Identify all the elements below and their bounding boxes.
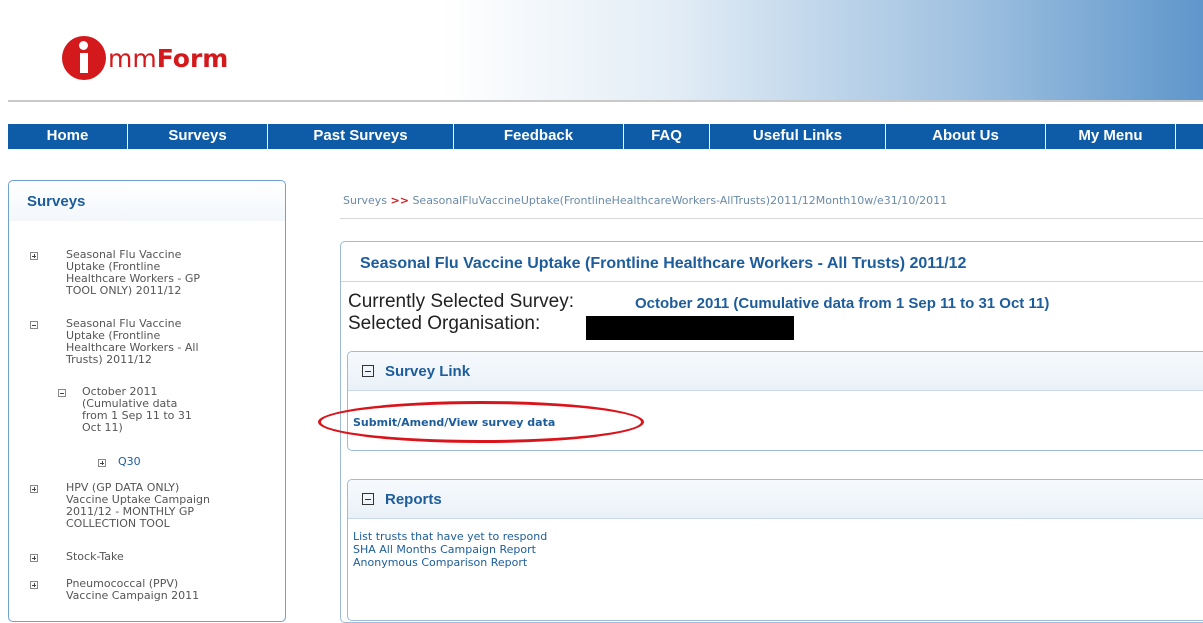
expand-icon[interactable] [98,459,106,467]
organisation-label: Selected Organisation: [348,313,541,334]
expand-icon[interactable] [30,252,38,260]
nav-faq[interactable]: FAQ [624,124,710,149]
report-link-sha-all-months[interactable]: SHA All Months Campaign Report [353,543,536,556]
main-nav: Home Surveys Past Surveys Feedback FAQ Useful… [8,124,1203,149]
tree-item-line: COLLECTION TOOL [66,517,170,530]
collapse-icon[interactable] [362,493,374,505]
report-link-anonymous-comparison[interactable]: Anonymous Comparison Report [353,556,527,569]
header-divider [8,100,1203,102]
collapse-icon[interactable] [30,321,38,329]
tree-item-line: Stock-Take [66,550,124,563]
nav-useful-links[interactable]: Useful Links [710,124,886,149]
survey-link-box-header[interactable]: Survey Link [348,352,1203,391]
annotation-ellipse [318,401,644,443]
expand-icon[interactable] [30,485,38,493]
sidebar-title: Surveys [27,193,86,210]
panel-title: Seasonal Flu Vaccine Uptake (Frontline H… [360,255,967,272]
tree-item-line: Vaccine Campaign 2011 [66,589,200,602]
breadcrumb-separator: >> [390,194,409,207]
breadcrumb-current: SeasonalFluVaccineUptake(FrontlineHealth… [412,194,948,207]
tree-item-label: Stock-Take [66,551,124,563]
reports-box-title: Reports [385,491,442,508]
nav-home[interactable]: Home [8,124,128,149]
breadcrumb-divider [340,218,1203,219]
tree-item-line: Q30 [118,455,141,468]
tree-item-label: Seasonal Flu Vaccine Uptake (Frontline Hea… [66,318,199,366]
collapse-icon[interactable] [58,389,66,397]
breadcrumb: Surveys >> SeasonalFluVaccineUptake(Fron… [343,194,947,207]
nav-past-surveys[interactable]: Past Surveys [268,124,454,149]
reports-box-header[interactable]: Reports [348,480,1203,519]
header: mmForm [0,0,1203,100]
current-survey-label: Currently Selected Survey: [348,291,574,312]
tree-item-label: Pneumococcal (PPV) Vaccine Campaign 2011 [66,578,199,602]
survey-link-box-title: Survey Link [385,363,471,380]
tree-item-label: Seasonal Flu Vaccine Uptake (Frontline Hea… [66,249,200,297]
expand-icon[interactable] [30,581,38,589]
logo-i-icon [62,36,106,80]
panel-title-divider [341,281,1203,282]
expand-icon[interactable] [30,554,38,562]
report-link-outstanding-trusts[interactable]: List trusts that have yet to respond [353,530,547,543]
nav-about-us[interactable]: About Us [886,124,1046,149]
nav-feedback[interactable]: Feedback [454,124,624,149]
tree-item-line: Oct 11) [82,421,123,434]
logo-text-bold: Form [156,44,229,73]
organisation-redacted-value [586,316,794,340]
logo-text-light: mm [108,44,157,73]
tree-item-line: TOOL ONLY) 2011/12 [66,284,182,297]
nav-my-menu[interactable]: My Menu [1046,124,1176,149]
current-survey-value: October 2011 (Cumulative data from 1 Sep… [635,295,1050,312]
tree-item-line: Trusts) 2011/12 [66,353,152,366]
logo-text: mmForm [108,44,228,73]
tree-item-label: HPV (GP DATA ONLY) Vaccine Uptake Campaig… [66,482,210,530]
collapse-icon[interactable] [362,365,374,377]
breadcrumb-root[interactable]: Surveys [343,194,387,207]
tree-item-label: October 2011 (Cumulative data from 1 Sep 1… [82,386,192,434]
tree-item-label: Q30 [118,456,141,468]
nav-surveys[interactable]: Surveys [128,124,268,149]
header-banner-gradient [440,0,1203,100]
